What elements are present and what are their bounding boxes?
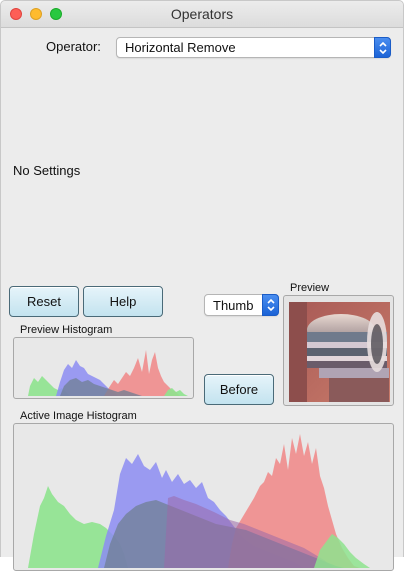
operator-select-stepper[interactable] bbox=[374, 37, 391, 58]
preview-histogram-chart bbox=[28, 350, 188, 396]
operators-window: Operators Operator: Horizontal Remove No… bbox=[0, 0, 404, 571]
preview-thumbnail-image bbox=[289, 302, 390, 402]
preview-histogram-label: Preview Histogram bbox=[20, 324, 113, 336]
operator-select-value: Horizontal Remove bbox=[125, 40, 236, 55]
preview-mode-stepper[interactable] bbox=[262, 294, 279, 316]
active-histogram-chart bbox=[28, 434, 370, 568]
active-histogram-panel bbox=[13, 423, 394, 571]
preview-thumbnail bbox=[289, 302, 390, 402]
operator-label: Operator: bbox=[46, 39, 101, 54]
up-down-chevron-icon bbox=[379, 41, 387, 55]
before-button-label: Before bbox=[219, 382, 259, 397]
preview-histogram-panel bbox=[13, 337, 194, 399]
before-button[interactable]: Before bbox=[204, 374, 274, 405]
up-down-chevron-icon bbox=[267, 298, 275, 312]
title-bar[interactable]: Operators bbox=[1, 1, 403, 28]
help-button-label: Help bbox=[109, 294, 137, 309]
preview-label: Preview bbox=[290, 282, 330, 294]
preview-histogram-red bbox=[104, 350, 180, 396]
preview-mode-value: Thumb bbox=[213, 298, 254, 313]
window-title: Operators bbox=[170, 6, 234, 22]
preview-mode-select[interactable]: Thumb bbox=[204, 294, 279, 316]
help-button[interactable]: Help bbox=[83, 286, 163, 317]
active-histogram-label: Active Image Histogram bbox=[20, 410, 137, 422]
operator-select[interactable]: Horizontal Remove bbox=[116, 37, 391, 58]
window-content: Operator: Horizontal Remove No Settings … bbox=[1, 28, 403, 571]
reset-button-label: Reset bbox=[27, 294, 61, 309]
settings-message: No Settings bbox=[13, 163, 81, 178]
reset-button[interactable]: Reset bbox=[9, 286, 79, 317]
